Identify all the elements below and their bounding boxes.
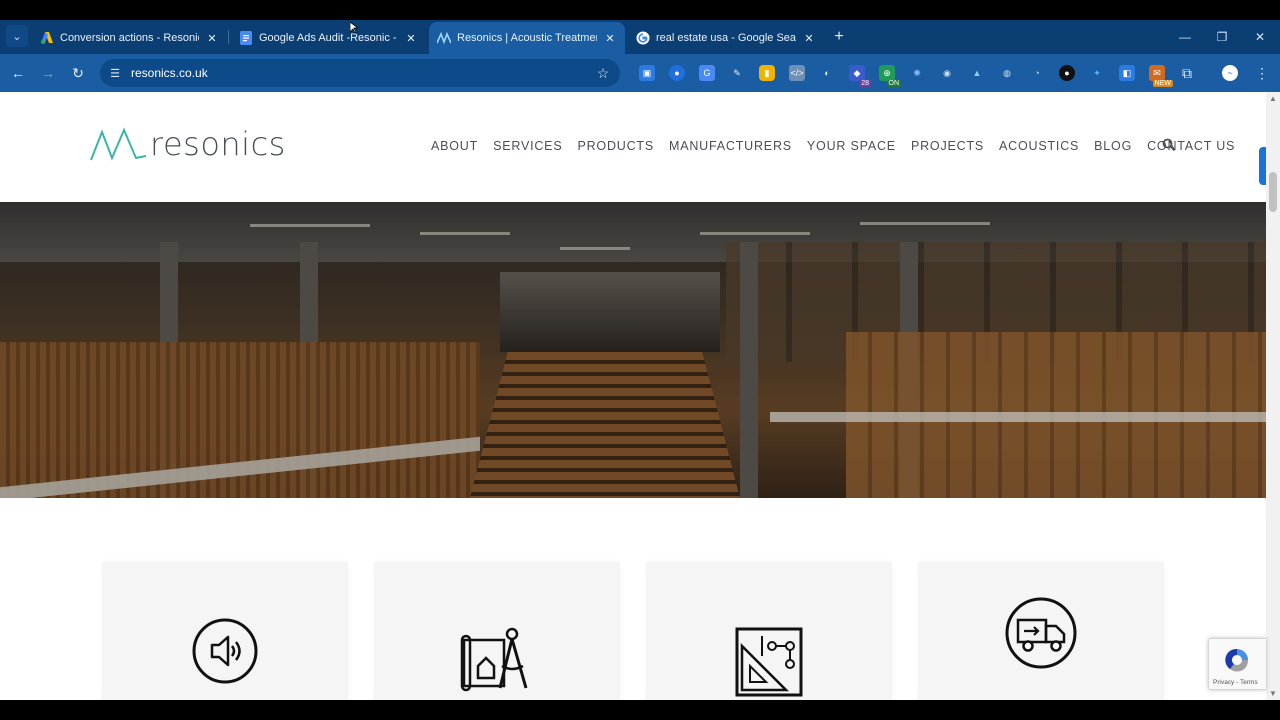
recaptcha-badge[interactable]: Privacy - Terms bbox=[1208, 638, 1266, 690]
services-cards bbox=[0, 562, 1266, 700]
extension-icon[interactable]: ● bbox=[669, 65, 685, 81]
delivery-truck-icon bbox=[1005, 597, 1077, 669]
screen: ⌄ Conversion actions - Resonics ✕ Google… bbox=[0, 0, 1280, 720]
extension-icon[interactable]: ◐ bbox=[819, 65, 835, 81]
twitter-extension-icon[interactable]: ✦ bbox=[1089, 65, 1105, 81]
more-menu-icon[interactable]: ⋮ bbox=[1254, 65, 1270, 81]
extension-icon[interactable]: ✺ bbox=[909, 65, 925, 81]
recaptcha-links[interactable]: Privacy - Terms bbox=[1213, 679, 1258, 686]
extension-count-badge: 28 bbox=[859, 80, 871, 87]
translate-extension-icon[interactable]: G bbox=[699, 65, 715, 81]
blueprint-compass-icon bbox=[460, 627, 528, 692]
nav-blog[interactable]: BLOG bbox=[1094, 139, 1132, 153]
restore-icon[interactable]: ❐ bbox=[1213, 28, 1231, 46]
google-ads-icon bbox=[40, 31, 54, 45]
extension-new-badge: NEW bbox=[1152, 80, 1173, 87]
mouse-cursor-icon bbox=[350, 22, 358, 34]
extension-icon[interactable]: ▣ bbox=[639, 65, 655, 81]
tab-conversion-actions[interactable]: Conversion actions - Resonics ✕ bbox=[32, 22, 227, 54]
extensions-puzzle-icon[interactable]: ⧉ bbox=[1179, 65, 1195, 81]
service-card[interactable] bbox=[918, 562, 1164, 700]
tab-strip: ⌄ Conversion actions - Resonics ✕ Google… bbox=[0, 20, 1280, 54]
extension-icon[interactable]: ✉ NEW bbox=[1149, 65, 1173, 87]
minimize-icon[interactable]: — bbox=[1176, 28, 1194, 46]
logo-wave-icon bbox=[90, 127, 147, 161]
main-nav: ABOUT SERVICES PRODUCTS MANUFACTURERS YO… bbox=[431, 139, 1250, 153]
close-window-icon[interactable]: ✕ bbox=[1251, 28, 1269, 46]
google-icon bbox=[636, 31, 650, 45]
tab-title: Google Ads Audit -Resonic - Go bbox=[259, 32, 398, 44]
extension-icon[interactable]: ◆ 28 bbox=[849, 65, 871, 87]
tab-title: real estate usa - Google Search bbox=[656, 32, 796, 44]
close-tab-icon[interactable]: ✕ bbox=[205, 31, 219, 45]
new-tab-button[interactable]: + bbox=[830, 28, 848, 46]
nav-contact-us[interactable]: CONTACT US bbox=[1147, 139, 1235, 153]
extension-icon[interactable]: ◔ bbox=[1029, 65, 1045, 81]
extension-icon[interactable]: ◧ bbox=[1119, 65, 1135, 81]
forward-arrow-icon[interactable]: → bbox=[38, 63, 58, 83]
back-arrow-icon[interactable]: ← bbox=[8, 63, 28, 83]
scrollbar-thumb[interactable] bbox=[1269, 172, 1277, 212]
screen-bottom-bar bbox=[0, 700, 1280, 720]
nav-products[interactable]: PRODUCTS bbox=[577, 139, 654, 153]
service-card[interactable] bbox=[374, 562, 620, 700]
extension-icon[interactable]: ▲ bbox=[969, 65, 985, 81]
web-page: resonics ABOUT SERVICES PRODUCTS MANUFAC… bbox=[0, 92, 1266, 700]
nav-about[interactable]: ABOUT bbox=[431, 139, 478, 153]
tab-resonics-active[interactable]: Resonics | Acoustic Treatment S ✕ bbox=[429, 22, 625, 54]
site-header: resonics ABOUT SERVICES PRODUCTS MANUFAC… bbox=[0, 92, 1266, 202]
tab-divider bbox=[228, 30, 229, 44]
scroll-down-icon[interactable]: ▼ bbox=[1269, 689, 1277, 698]
hero-image bbox=[0, 202, 1266, 498]
extension-on-badge: ON bbox=[886, 80, 901, 87]
address-url[interactable]: resonics.co.uk bbox=[131, 66, 208, 80]
extension-icon[interactable]: ▮ bbox=[759, 65, 775, 81]
nav-manufacturers[interactable]: MANUFACTURERS bbox=[669, 139, 792, 153]
extension-icon[interactable]: ◉ bbox=[939, 65, 955, 81]
site-settings-icon[interactable]: ☰ bbox=[108, 66, 122, 80]
resonics-logo[interactable]: resonics bbox=[90, 122, 286, 162]
close-tab-icon[interactable]: ✕ bbox=[603, 31, 617, 45]
scroll-up-icon[interactable]: ▲ bbox=[1269, 94, 1277, 103]
profile-avatar-icon[interactable]: ~ bbox=[1222, 65, 1238, 81]
resonics-favicon-icon bbox=[437, 31, 451, 45]
extension-icon[interactable]: ⊕ ON bbox=[879, 65, 901, 87]
google-docs-icon bbox=[239, 31, 253, 45]
nav-your-space[interactable]: YOUR SPACE bbox=[807, 139, 896, 153]
set-square-plan-icon bbox=[735, 627, 803, 697]
tab-title: Conversion actions - Resonics bbox=[60, 32, 199, 44]
speaker-icon bbox=[192, 618, 258, 684]
nav-acoustics[interactable]: ACOUSTICS bbox=[999, 139, 1079, 153]
logo-text: resonics bbox=[150, 125, 286, 163]
service-card[interactable] bbox=[102, 562, 348, 700]
search-icon[interactable] bbox=[1162, 138, 1176, 152]
code-extension-icon[interactable]: </> bbox=[789, 65, 805, 81]
bookmark-star-icon[interactable]: ☆ bbox=[594, 64, 612, 82]
address-bar[interactable]: ☰ resonics.co.uk ☆ bbox=[100, 59, 620, 87]
extension-icon[interactable]: ✎ bbox=[729, 65, 745, 81]
page-scrollbar[interactable]: ▲ ▼ bbox=[1266, 92, 1280, 700]
browser-toolbar: ← → ↻ ☰ resonics.co.uk ☆ ▣ ● G ✎ ▮ </> ◐… bbox=[0, 54, 1280, 92]
side-widget-tab[interactable] bbox=[1259, 147, 1266, 185]
tab-google-ads-audit[interactable]: Google Ads Audit -Resonic - Go ✕ bbox=[231, 22, 426, 54]
extension-icon[interactable]: ● bbox=[1059, 65, 1075, 81]
tab-search-chevron-icon[interactable]: ⌄ bbox=[6, 25, 28, 47]
reload-icon[interactable]: ↻ bbox=[68, 63, 88, 83]
nav-projects[interactable]: PROJECTS bbox=[911, 139, 984, 153]
close-tab-icon[interactable]: ✕ bbox=[404, 31, 418, 45]
close-tab-icon[interactable]: ✕ bbox=[802, 31, 816, 45]
recaptcha-icon bbox=[1225, 648, 1249, 672]
tab-title: Resonics | Acoustic Treatment S bbox=[457, 32, 597, 44]
tab-real-estate-search[interactable]: real estate usa - Google Search ✕ bbox=[628, 22, 824, 54]
service-card[interactable] bbox=[646, 562, 892, 700]
nav-services[interactable]: SERVICES bbox=[493, 139, 562, 153]
globe-extension-icon[interactable]: ◍ bbox=[999, 65, 1015, 81]
